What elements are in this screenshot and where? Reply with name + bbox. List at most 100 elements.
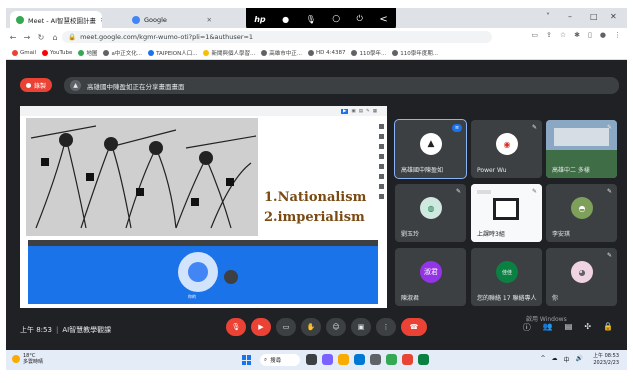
tool-icon[interactable] [379,124,384,129]
presenting-banner: ▲ 高雄國中陳盈如正在分享畫面畫面 [64,77,619,94]
reload-icon[interactable]: ↻ [34,33,48,42]
participant-name: 你 [552,295,559,302]
tool-icon[interactable] [379,164,384,169]
bookmark-3[interactable]: a中正文化... [103,49,142,57]
slide-tool-icon[interactable]: ✎ [366,109,370,114]
meeting-time: 上午 8:53 [20,326,52,334]
menu-icon[interactable]: ⋮ [614,31,621,39]
address-bar[interactable]: 🔒 meet.google.com/kgmr-wumo-oti?pli=1&au… [62,31,492,43]
slide-tool-icon[interactable]: ▤ [359,109,363,114]
bookmark-9[interactable]: 110學年度期... [392,49,438,57]
circle-icon[interactable]: ○ [332,14,340,24]
weather-widget[interactable]: 18°C 多雲時晴 [12,353,43,365]
bookmarks-bar: Gmail YouTube 地圖 a中正文化... TAIPEION人口... … [6,46,627,60]
power-icon[interactable]: ⏻ [357,14,363,24]
captions-button[interactable]: ▭ [276,318,296,336]
participant-tile[interactable]: ◉ ✎ Power Wu [471,120,542,178]
camera-toggle-button[interactable]: ▶ [251,318,271,336]
close-icon[interactable]: ✕ [203,16,212,24]
bookmark-5[interactable]: 新聞與個人學習... [203,49,255,57]
leave-call-button[interactable]: ☎ [401,318,427,336]
app-icon[interactable] [402,354,413,365]
edge-icon[interactable] [354,354,365,365]
participant-tile[interactable]: 佳佳 您的聯絡 17 聯絡專人 [471,248,542,306]
participant-tile[interactable]: ✎ 上課時3組 [471,184,542,242]
activities-icon[interactable]: ✣ [584,322,591,333]
window-close-icon[interactable]: ✕ [610,12,617,21]
tool-icon[interactable] [379,174,384,179]
embedded-control-button[interactable] [224,270,238,284]
profile-icon[interactable]: ● [600,31,606,39]
mic-toggle-button[interactable]: 🎙 [226,318,246,336]
windows-start-icon[interactable] [242,355,252,365]
tab-search-icon[interactable]: ˅ [546,12,550,21]
back-icon[interactable]: ← [6,33,20,42]
bookmark-6[interactable]: 高雄市中正... [261,49,302,57]
share-icon[interactable]: ⇪ [546,31,552,39]
close-icon[interactable]: ✕ [96,16,102,24]
tool-icon[interactable] [379,184,384,189]
clock-date: 2023/2/23 [593,360,619,366]
raise-hand-button[interactable]: ✋ [301,318,321,336]
tool-icon[interactable] [379,144,384,149]
emoji-button[interactable]: ☺ [326,318,346,336]
embedded-meet-window: 你的 [28,240,378,304]
volume-icon[interactable]: 🔊 [576,355,583,364]
teams-icon[interactable] [322,354,333,365]
present-button[interactable]: ▣ [351,318,371,336]
maximize-icon[interactable]: □ [590,12,598,21]
participant-tile[interactable]: ◓ ✎ 李安琪 [546,184,617,242]
sidebar-icon[interactable]: ▯ [588,31,592,39]
chat-icon[interactable]: ▤ [565,322,573,333]
participant-tile[interactable]: ✎ 高雄中二 多樣 [546,120,617,178]
taskbar-clock[interactable]: 上午 08:53 2023/2/23 [593,353,619,367]
tab-meet[interactable]: Meet - AI智慧校園計畫 ✕ [10,11,102,28]
participant-tile[interactable]: ▲ ≡ 高雄國中陳盈如 [394,119,467,179]
slide-tool-icon[interactable]: ▣ [351,109,355,114]
people-icon[interactable]: 👥 [543,322,553,333]
ime-icon[interactable]: 中 [564,355,570,364]
participant-tile[interactable]: ◍ ✎ 劉玉玲 [395,184,466,242]
participant-tile[interactable]: 淑君 陳淑君 [395,248,466,306]
browser-toolbar: ← → ↻ ⌂ 🔒 meet.google.com/kgmr-wumo-oti?… [6,28,627,46]
info-icon[interactable]: ⓘ [523,322,531,333]
minimize-icon[interactable]: – [568,12,572,21]
chevron-left-icon[interactable]: < [379,14,387,25]
bookmark-8[interactable]: 110學年... [351,49,386,57]
tool-icon[interactable] [379,194,384,199]
host-controls-icon[interactable]: 🔒 [603,322,613,333]
recording-badge[interactable]: 錄製 [20,78,53,92]
participant-tile[interactable]: ◕ ✎ 你 [546,248,617,306]
embedded-title-bar [28,240,378,246]
participant-name: 李安琪 [552,231,571,238]
microphone-icon[interactable]: 🎙 [306,15,316,24]
bookmark-4[interactable]: TAIPEION人口... [148,49,197,57]
tab-google[interactable]: Google ✕ [126,11,218,28]
record-dot-icon[interactable]: ● [282,15,289,24]
tool-icon[interactable] [379,134,384,139]
meet-side-icons: ⓘ 👥 ▤ ✣ 🔒 [523,322,613,333]
chrome-icon[interactable] [386,354,397,365]
line-icon[interactable] [418,354,429,365]
participant-name: Power Wu [477,167,507,174]
forward-icon[interactable]: → [20,33,34,42]
star-icon[interactable]: ☆ [560,31,566,39]
file-explorer-icon[interactable] [338,354,349,365]
bookmark-label: 高雄市中正... [269,50,302,57]
bookmark-icon [351,49,358,56]
cast-icon[interactable]: ▭ [531,31,538,39]
onedrive-icon[interactable]: ☁ [552,355,558,364]
more-options-button[interactable]: ⋮ [376,318,396,336]
taskbar-search[interactable]: ⌕ 搜尋 [260,354,300,366]
extensions-icon[interactable]: ✱ [574,31,580,39]
tool-icon[interactable] [379,154,384,159]
home-icon[interactable]: ⌂ [48,33,62,42]
bookmark-gmail[interactable]: Gmail [12,49,36,56]
store-icon[interactable] [370,354,381,365]
tray-expand-icon[interactable]: ^ [540,355,545,364]
task-view-icon[interactable] [306,354,317,365]
bookmark-youtube[interactable]: YouTube [42,49,72,56]
slide-tool-icon[interactable]: ▦ [373,109,377,114]
bookmark-7[interactable]: HD 4:4387 [307,49,345,56]
bookmark-maps[interactable]: 地圖 [78,49,97,57]
